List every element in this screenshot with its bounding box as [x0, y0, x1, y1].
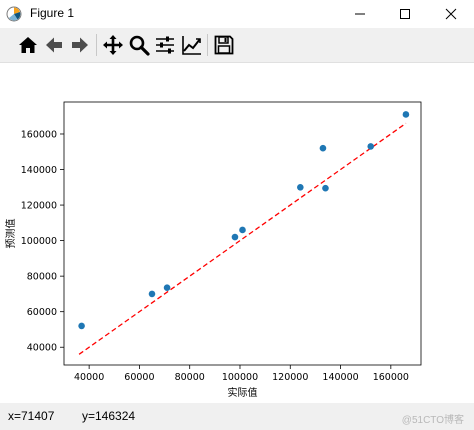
y-tick-label: 80000 [27, 272, 57, 283]
y-tick-label: 160000 [21, 129, 57, 140]
back-icon [46, 37, 62, 53]
window-title: Figure 1 [30, 6, 75, 20]
cursor-x-readout: x=71407 [8, 409, 55, 423]
y-tick-label: 140000 [21, 165, 57, 176]
figure-window: Figure 1 40000 60000 80000 100000 120000… [0, 0, 474, 430]
minimize-button[interactable] [337, 0, 383, 28]
matplotlib-icon [6, 6, 22, 22]
navigation-toolbar [0, 28, 474, 63]
home-button[interactable] [16, 33, 40, 57]
toolbar-separator [96, 34, 97, 56]
scatter-plot[interactable]: 40000 60000 80000 100000 120000 140000 160000 4… [0, 63, 474, 403]
status-bar: x=71407 y=146324 @51CTO博客 [0, 403, 474, 430]
axes-frame [63, 101, 422, 366]
data-point[interactable] [402, 111, 410, 118]
close-button[interactable] [428, 0, 474, 28]
watermark: @51CTO博客 [401, 415, 464, 426]
data-point[interactable] [319, 144, 327, 152]
x-tick-label: 100000 [222, 372, 258, 383]
save-button[interactable] [212, 33, 236, 57]
data-point[interactable] [231, 233, 239, 241]
y-tick-label: 40000 [27, 343, 57, 354]
maximize-button[interactable] [382, 0, 428, 28]
data-point[interactable] [239, 226, 246, 234]
title-bar: Figure 1 [0, 0, 474, 28]
x-tick-label: 140000 [322, 372, 358, 383]
pan-button[interactable] [101, 33, 125, 57]
x-tick-label: 120000 [272, 372, 308, 383]
data-point[interactable] [78, 322, 85, 330]
toolbar-separator [207, 34, 208, 56]
y-tick-label: 100000 [21, 236, 57, 247]
figure-canvas[interactable]: 40000 60000 80000 100000 120000 140000 160000 4… [0, 63, 474, 403]
save-icon [214, 35, 234, 55]
forward-icon [72, 37, 88, 53]
y-axis-label: 预测值 [4, 219, 17, 249]
back-button[interactable] [42, 33, 66, 57]
data-point[interactable] [163, 284, 171, 291]
x-tick-label: 60000 [124, 372, 154, 383]
data-point[interactable] [148, 290, 156, 298]
configure-subplots-icon [156, 36, 174, 54]
y-tick-label: 60000 [27, 307, 57, 318]
configure-subplots-button[interactable] [153, 33, 177, 57]
minimize-icon [355, 13, 365, 15]
forward-button[interactable] [68, 33, 92, 57]
data-point[interactable] [367, 143, 375, 150]
cursor-y-readout: y=146324 [82, 409, 136, 423]
x-axis-label: 实际值 [228, 386, 258, 399]
x-tick-label: 160000 [373, 372, 409, 383]
data-point[interactable] [322, 184, 329, 192]
x-tick-label: 40000 [74, 372, 104, 383]
data-point[interactable] [297, 183, 304, 191]
close-icon [445, 8, 457, 20]
zoom-button[interactable] [127, 33, 151, 57]
edit-axis-icon [182, 36, 201, 55]
x-tick-label: 80000 [175, 372, 205, 383]
pan-icon [103, 35, 123, 55]
home-icon [19, 37, 37, 53]
zoom-icon [129, 35, 150, 56]
maximize-icon [400, 9, 410, 19]
y-tick-label: 120000 [21, 201, 57, 212]
edit-axis-button[interactable] [180, 33, 204, 57]
